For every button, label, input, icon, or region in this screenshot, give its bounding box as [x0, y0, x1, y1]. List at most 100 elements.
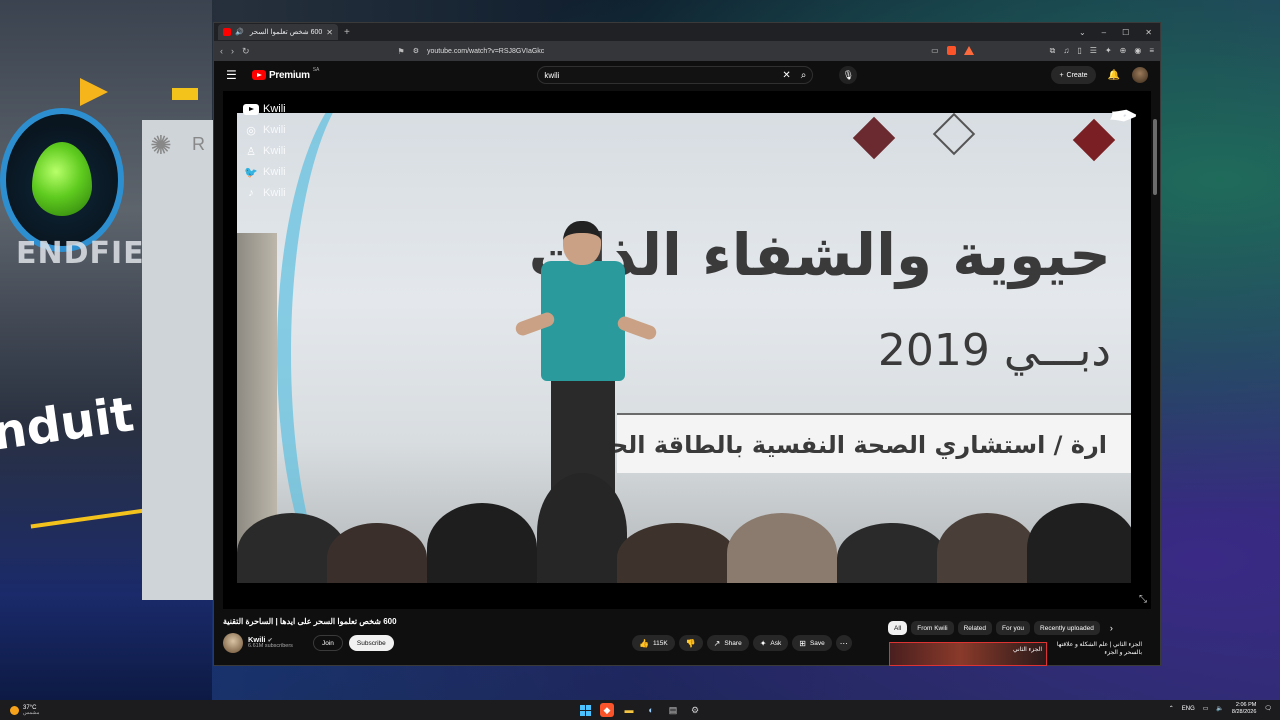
- header-actions: + Create 🔔: [1051, 66, 1148, 84]
- settings-gear-icon[interactable]: ⚙: [688, 703, 702, 717]
- video-player[interactable]: حيوية والشفاء الذات دبـــي 2019 ارة / اس…: [223, 91, 1151, 609]
- sun-icon: [10, 705, 19, 715]
- join-button[interactable]: Join: [312, 635, 343, 651]
- dislike-button[interactable]: 👎: [678, 635, 703, 651]
- notifications-bell-icon[interactable]: 🔔: [1108, 70, 1120, 81]
- menu-icon[interactable]: ≡: [1149, 46, 1154, 56]
- youtube-logo[interactable]: Premium SA: [252, 67, 319, 81]
- leo-icon[interactable]: ✦: [1105, 46, 1112, 56]
- close-tab-icon[interactable]: ✕: [326, 28, 333, 37]
- language-indicator[interactable]: ENG: [1182, 706, 1195, 712]
- youtube-header: ☰ Premium SA kwili ✕ ⌕ 🎙 + Create 🔔: [214, 61, 1160, 89]
- audience-member: [837, 523, 947, 583]
- audience-member: [537, 473, 627, 583]
- network-icon[interactable]: ▭: [1203, 705, 1209, 712]
- save-label: Save: [809, 639, 825, 647]
- notepad-icon[interactable]: ▤: [666, 703, 680, 717]
- channel-row: Kwili ✔ 6.61M subscribers Join Subscribe: [223, 631, 394, 655]
- weather-widget[interactable]: 37°C مشمس: [10, 705, 39, 716]
- extensions-icon[interactable]: ⧉: [1050, 46, 1056, 56]
- chip-related[interactable]: Related: [957, 621, 992, 635]
- yellow-arrow-icon: [80, 78, 108, 106]
- audience-member: [427, 503, 537, 583]
- snapchat-icon: ♙: [246, 145, 256, 158]
- clock[interactable]: 2:06 PM 8/28/2026: [1232, 702, 1256, 715]
- more-actions-icon[interactable]: ⋯: [835, 635, 852, 651]
- social-tiktok: ♪ Kwili: [243, 185, 285, 201]
- recommended-video-title[interactable]: الجزء الثاني | علم الشكلة و علاقتها بالس…: [1052, 642, 1142, 658]
- reload-icon[interactable]: ↻: [242, 46, 250, 57]
- channel-watermark-logo: ✒: [1106, 97, 1136, 137]
- brave-rewards-icon[interactable]: [963, 46, 974, 55]
- subscriber-count: 6.61M subscribers: [248, 643, 293, 650]
- channel-avatar[interactable]: [223, 633, 243, 653]
- social-overlay: Kwili ◎ Kwili ♙ Kwili 🐦 Kwili ♪ Kwili: [243, 101, 286, 201]
- bookmark-save-icon: ⊞: [799, 638, 806, 648]
- sparkle-icon: ✦: [759, 638, 767, 648]
- steam-icon[interactable]: ◐: [644, 703, 658, 717]
- forward-icon[interactable]: ›: [231, 46, 234, 56]
- taskbar: 37°C مشمس ◆ ▬ ◐ ▤ ⚙ ⌃ ENG ▭ 🔈 2:06 PM 8/…: [0, 700, 1280, 720]
- account-avatar[interactable]: [1132, 67, 1148, 83]
- sidebar-icon[interactable]: ▯: [1077, 46, 1081, 56]
- tray-overflow-icon[interactable]: ⌃: [1169, 705, 1174, 712]
- microphone-icon[interactable]: 🎙: [839, 66, 858, 84]
- windows-logo-icon: [579, 704, 591, 716]
- minimize-button[interactable]: –: [1102, 28, 1106, 37]
- wallpaper-text-conduit: nduit: [0, 386, 138, 462]
- social-label: Kwili: [263, 124, 286, 136]
- media-icon[interactable]: ♫: [1063, 46, 1069, 56]
- search-input[interactable]: kwili ✕ ⌕: [537, 66, 814, 84]
- brave-browser-icon[interactable]: ◆: [600, 703, 614, 717]
- site-info-icon[interactable]: ⚙: [413, 47, 419, 55]
- share-button[interactable]: ↗ Share: [706, 635, 749, 651]
- volume-icon[interactable]: 🔈: [1216, 705, 1223, 712]
- bookmark-icon[interactable]: ⚑: [398, 47, 405, 56]
- social-label: Kwili: [263, 103, 286, 115]
- subscribe-button[interactable]: Subscribe: [348, 635, 394, 651]
- bookmarks-icon[interactable]: ☰: [1090, 46, 1097, 56]
- recommended-video-thumbnail[interactable]: الجزء الثاني: [889, 642, 1047, 666]
- background-window-text: R: [192, 134, 205, 154]
- notifications-icon[interactable]: 🗨: [1264, 705, 1272, 712]
- chip-all[interactable]: All: [888, 621, 908, 635]
- new-tab-button[interactable]: +: [344, 27, 350, 38]
- browser-tab[interactable]: 🔊 600 شخص تعلموا السحر على ✕: [218, 24, 338, 40]
- tiktok-icon: ♪: [248, 187, 254, 199]
- back-icon[interactable]: ‹: [220, 46, 223, 56]
- create-button[interactable]: + Create: [1051, 66, 1096, 84]
- speaker-head: [563, 221, 601, 265]
- file-explorer-icon[interactable]: ▬: [622, 703, 636, 717]
- page-scrollbar[interactable]: [1152, 91, 1158, 661]
- thumbs-down-icon: 👎: [685, 638, 696, 648]
- video-frame: حيوية والشفاء الذات دبـــي 2019 ارة / اس…: [237, 113, 1131, 583]
- scroll-thumb[interactable]: [1153, 119, 1157, 195]
- tab-list-icon[interactable]: ⌄: [1079, 28, 1086, 37]
- ask-button[interactable]: ✦ Ask: [752, 635, 789, 651]
- wallpaper-text-endfield: ENDFIE: [16, 236, 145, 271]
- chip-from-kwili[interactable]: From Kwili: [911, 621, 954, 635]
- save-button[interactable]: ⊞ Save: [792, 635, 832, 651]
- yellow-marker: [172, 88, 198, 100]
- chip-for-you[interactable]: For you: [995, 621, 1031, 635]
- like-button[interactable]: 👍 115K: [632, 635, 675, 651]
- close-window-button[interactable]: ✕: [1145, 28, 1152, 37]
- brave-shields-icon[interactable]: [946, 46, 956, 55]
- vpn-icon[interactable]: ⊕: [1120, 46, 1127, 56]
- maximize-button[interactable]: ☐: [1122, 28, 1129, 37]
- chip-recently-uploaded[interactable]: Recently uploaded: [1034, 621, 1100, 635]
- address-bar: ‹ › ↻ ⚑ ⚙ youtube.com/watch?v=RSJ8GVIaGk…: [214, 41, 1160, 61]
- clear-search-icon[interactable]: ✕: [782, 70, 790, 81]
- start-button[interactable]: [578, 703, 592, 717]
- hamburger-menu-icon[interactable]: ☰: [226, 68, 246, 82]
- chevron-right-icon[interactable]: ›: [1110, 623, 1113, 633]
- wallet-icon[interactable]: ◉: [1134, 46, 1141, 56]
- fullscreen-corner-icon[interactable]: ⤡: [1139, 594, 1147, 605]
- search-query: kwili: [544, 70, 560, 80]
- speaker-icon[interactable]: 🔊: [235, 28, 244, 36]
- address-bar-actions: ▭ ⧉ ♫ ▯ ☰ ✦ ⊕ ◉ ≡: [931, 46, 1154, 56]
- cast-icon[interactable]: ▭: [931, 46, 939, 56]
- url-field[interactable]: ⚑ ⚙ youtube.com/watch?v=RSJ8GVIaGkc: [398, 44, 924, 58]
- search-icon[interactable]: ⌕: [801, 70, 807, 81]
